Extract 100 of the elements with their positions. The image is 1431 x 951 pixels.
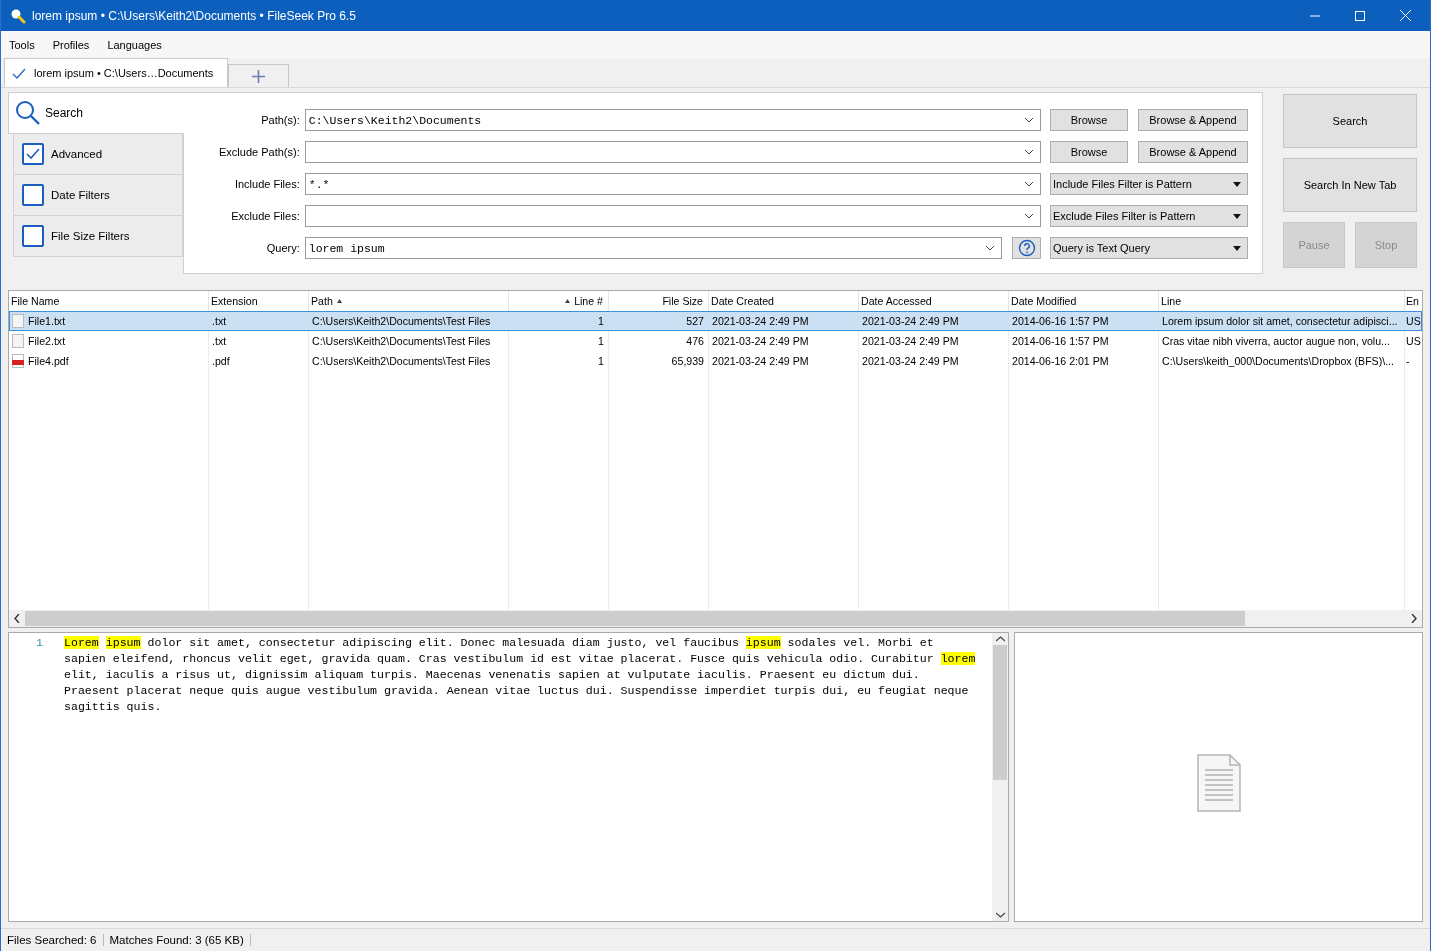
field-label: Exclude Files: (230, 210, 300, 222)
maximize-icon[interactable] (1355, 10, 1365, 21)
status-text: Matches Found: 3 (65 KB) (103, 934, 251, 946)
filter-label: Date Filters (51, 189, 110, 201)
menu-item[interactable]: Profiles (52, 38, 90, 51)
pdf-file-icon (12, 354, 24, 368)
table-cell-text: 2021-03-24 2:49 PM (711, 314, 810, 329)
table-row[interactable]: File1.txt .txt C:\Users\Keith2\Documents\Test Files 1 527 2021-03-24 2:49 PM 2021-03-24 2:49 PM 2014-06-16 1:57 PM Lorem ipsum dolor sit amet, consectetur adipisci... US (9, 311, 1422, 331)
table-cell-text: Lorem ipsum dolor sit amet, consectetur adipisci... (1161, 314, 1399, 329)
action-button[interactable]: Search (1283, 94, 1417, 148)
table-cell-text: .txt (211, 314, 228, 329)
table-cell-text: C:\Users\Keith2\Documents\Test Files (311, 334, 492, 349)
table-cell-text: .pdf (211, 354, 231, 369)
table-cell-text: C:\Users\Keith2\Documents\Test Files (311, 354, 492, 369)
preview-text-line: sapien eleifend, rhoncus velit eget, gravida quam. Cras vestibulum id est vitae placerat. Fusce quis vehicula odio. Curabitur lorem (64, 651, 976, 667)
preview-text-line: sagittis quis. (64, 699, 163, 715)
combo-field[interactable] (304, 205, 1041, 227)
table-cell-text: 476 (685, 334, 705, 349)
line-number: 1 (35, 635, 44, 651)
table-cell-text: 2021-03-24 2:49 PM (711, 334, 810, 349)
table-cell-text: .txt (211, 334, 228, 349)
chevron-icon (985, 245, 995, 251)
table-cell-text: 2014-06-16 2:01 PM (1011, 354, 1110, 369)
dropdown-arrow-icon (1233, 181, 1241, 187)
field-label: Exclude Path(s): (218, 146, 300, 158)
chevron-icon (1024, 181, 1034, 187)
table-cell-text: C:\Users\Keith2\Documents\Test Files (311, 314, 492, 329)
dropdown-arrow-icon (1233, 213, 1241, 219)
table-cell-text: 2014-06-16 1:57 PM (1011, 334, 1110, 349)
table-cell-text: 2014-06-16 1:57 PM (1011, 314, 1110, 329)
scroll-down-icon[interactable] (995, 912, 1005, 918)
checkbox[interactable] (22, 143, 44, 165)
vertical-scrollbar[interactable] (992, 633, 1008, 921)
search-icon (15, 100, 41, 126)
horizontal-scrollbar[interactable] (9, 610, 1422, 627)
scroll-up-icon[interactable] (995, 636, 1005, 642)
chevron-icon (1024, 213, 1034, 219)
dropdown[interactable]: Query is Text Query (1050, 237, 1248, 259)
field-label: Include Files: (233, 178, 300, 190)
filter-label: Advanced (51, 148, 103, 160)
menu-item[interactable]: Tools (9, 38, 35, 51)
combo-field[interactable]: C:\Users\Keith2\Documents (304, 109, 1041, 131)
table-cell-text: Cras vitae nibh viverra, auctor augue non, volu... (1161, 334, 1391, 349)
filter-option[interactable]: File Size Filters (13, 216, 183, 257)
table-cell: File1.txt (9, 311, 209, 331)
search-tab-label: Search (45, 106, 84, 120)
table-cell-text: 1 (597, 354, 605, 369)
filter-label: File Size Filters (51, 230, 130, 242)
preview-text-line: Lorem ipsum dolor sit amet, consectetur adipiscing elit. Donec malesuada diam justo, vel faucibus ipsum sodales vel. Morbi et (64, 635, 935, 651)
document-icon (1196, 754, 1241, 812)
combo-field[interactable]: *.* (304, 173, 1041, 195)
close-icon[interactable] (1400, 10, 1411, 21)
check-icon (12, 67, 26, 79)
table-cell-text: 2021-03-24 2:49 PM (861, 314, 960, 329)
table-cell-text: US (1405, 314, 1422, 329)
tab-label: lorem ipsum • C:\Users…Documents (34, 67, 214, 79)
field-label: Query: (265, 242, 300, 254)
table-cell-text: 2021-03-24 2:49 PM (861, 354, 960, 369)
tab[interactable]: lorem ipsum • C:\Users…Documents (4, 58, 229, 87)
field-label: Path(s): (260, 114, 300, 126)
preview-text-line: Praesent placerat neque quis augue vestibulum gravida. Aenean vitae luctus dui. Suspendisse imperdiet turpis dui, eu feugiat neque (64, 683, 970, 699)
chevron-icon (1024, 149, 1034, 155)
table-cell-text: - (1405, 354, 1411, 369)
plus-icon (252, 69, 266, 83)
dropdown[interactable]: Include Files Filter is Pattern (1050, 173, 1248, 195)
text-file-icon (12, 334, 24, 348)
chevron-icon (1024, 117, 1034, 123)
window-title: lorem ipsum • C:\Users\Keith2\Documents • FileSeek Pro 6.5 (32, 8, 356, 23)
filter-option[interactable]: Date Filters (13, 175, 183, 216)
magnifier-icon (10, 7, 26, 24)
scroll-right-icon[interactable] (1411, 614, 1417, 623)
checkbox[interactable] (22, 184, 44, 206)
table-cell-text: 1 (597, 334, 605, 349)
preview-text-line: elit, iaculis a risus ut, dignissim aliquam turpis. Maecenas venenatis sapien at vulputate iaculis. Praesent eu dictum dui. (64, 667, 921, 683)
filter-option[interactable]: Advanced (13, 134, 183, 175)
check-icon (26, 148, 40, 160)
text-file-icon (12, 314, 24, 328)
table-cell: File2.txt (9, 331, 209, 351)
table-cell: File4.pdf (9, 351, 209, 371)
browse-button[interactable]: Browse & Append (1138, 141, 1248, 163)
combo-field[interactable]: lorem ipsum (304, 237, 1002, 259)
table-cell-text: 65,939 (670, 354, 705, 369)
checkbox[interactable] (22, 225, 44, 247)
help-button[interactable] (1012, 237, 1041, 259)
action-button[interactable]: Search In New Tab (1283, 158, 1417, 212)
browse-button[interactable]: Browse (1050, 141, 1128, 163)
table-cell-text: 527 (685, 314, 705, 329)
table-cell-text: 2021-03-24 2:49 PM (711, 354, 810, 369)
table-row[interactable]: File2.txt .txt C:\Users\Keith2\Documents\Test Files 1 476 2021-03-24 2:49 PM 2021-03-24 2:49 PM 2014-06-16 1:57 PM Cras vitae nibh viverra, auctor augue non, volu... US (9, 331, 1422, 351)
browse-button[interactable]: Browse & Append (1138, 109, 1248, 131)
browse-button[interactable]: Browse (1050, 109, 1128, 131)
search-tab[interactable]: Search (8, 92, 184, 134)
combo-field[interactable] (304, 141, 1041, 163)
table-cell-text: 1 (597, 314, 605, 329)
table-row[interactable]: File4.pdf .pdf C:\Users\Keith2\Documents\Test Files 1 65,939 2021-03-24 2:49 PM 2021-03-24 2:49 PM 2014-06-16 2:01 PM C:\Users\keith_000\Documents\Dropbox (BFS)\... - (9, 351, 1422, 371)
menu-item[interactable]: Languages (107, 38, 162, 51)
table-cell-text: 2021-03-24 2:49 PM (861, 334, 960, 349)
help-icon (1017, 239, 1036, 257)
dropdown[interactable]: Exclude Files Filter is Pattern (1050, 205, 1248, 227)
scroll-left-icon[interactable] (14, 614, 20, 623)
